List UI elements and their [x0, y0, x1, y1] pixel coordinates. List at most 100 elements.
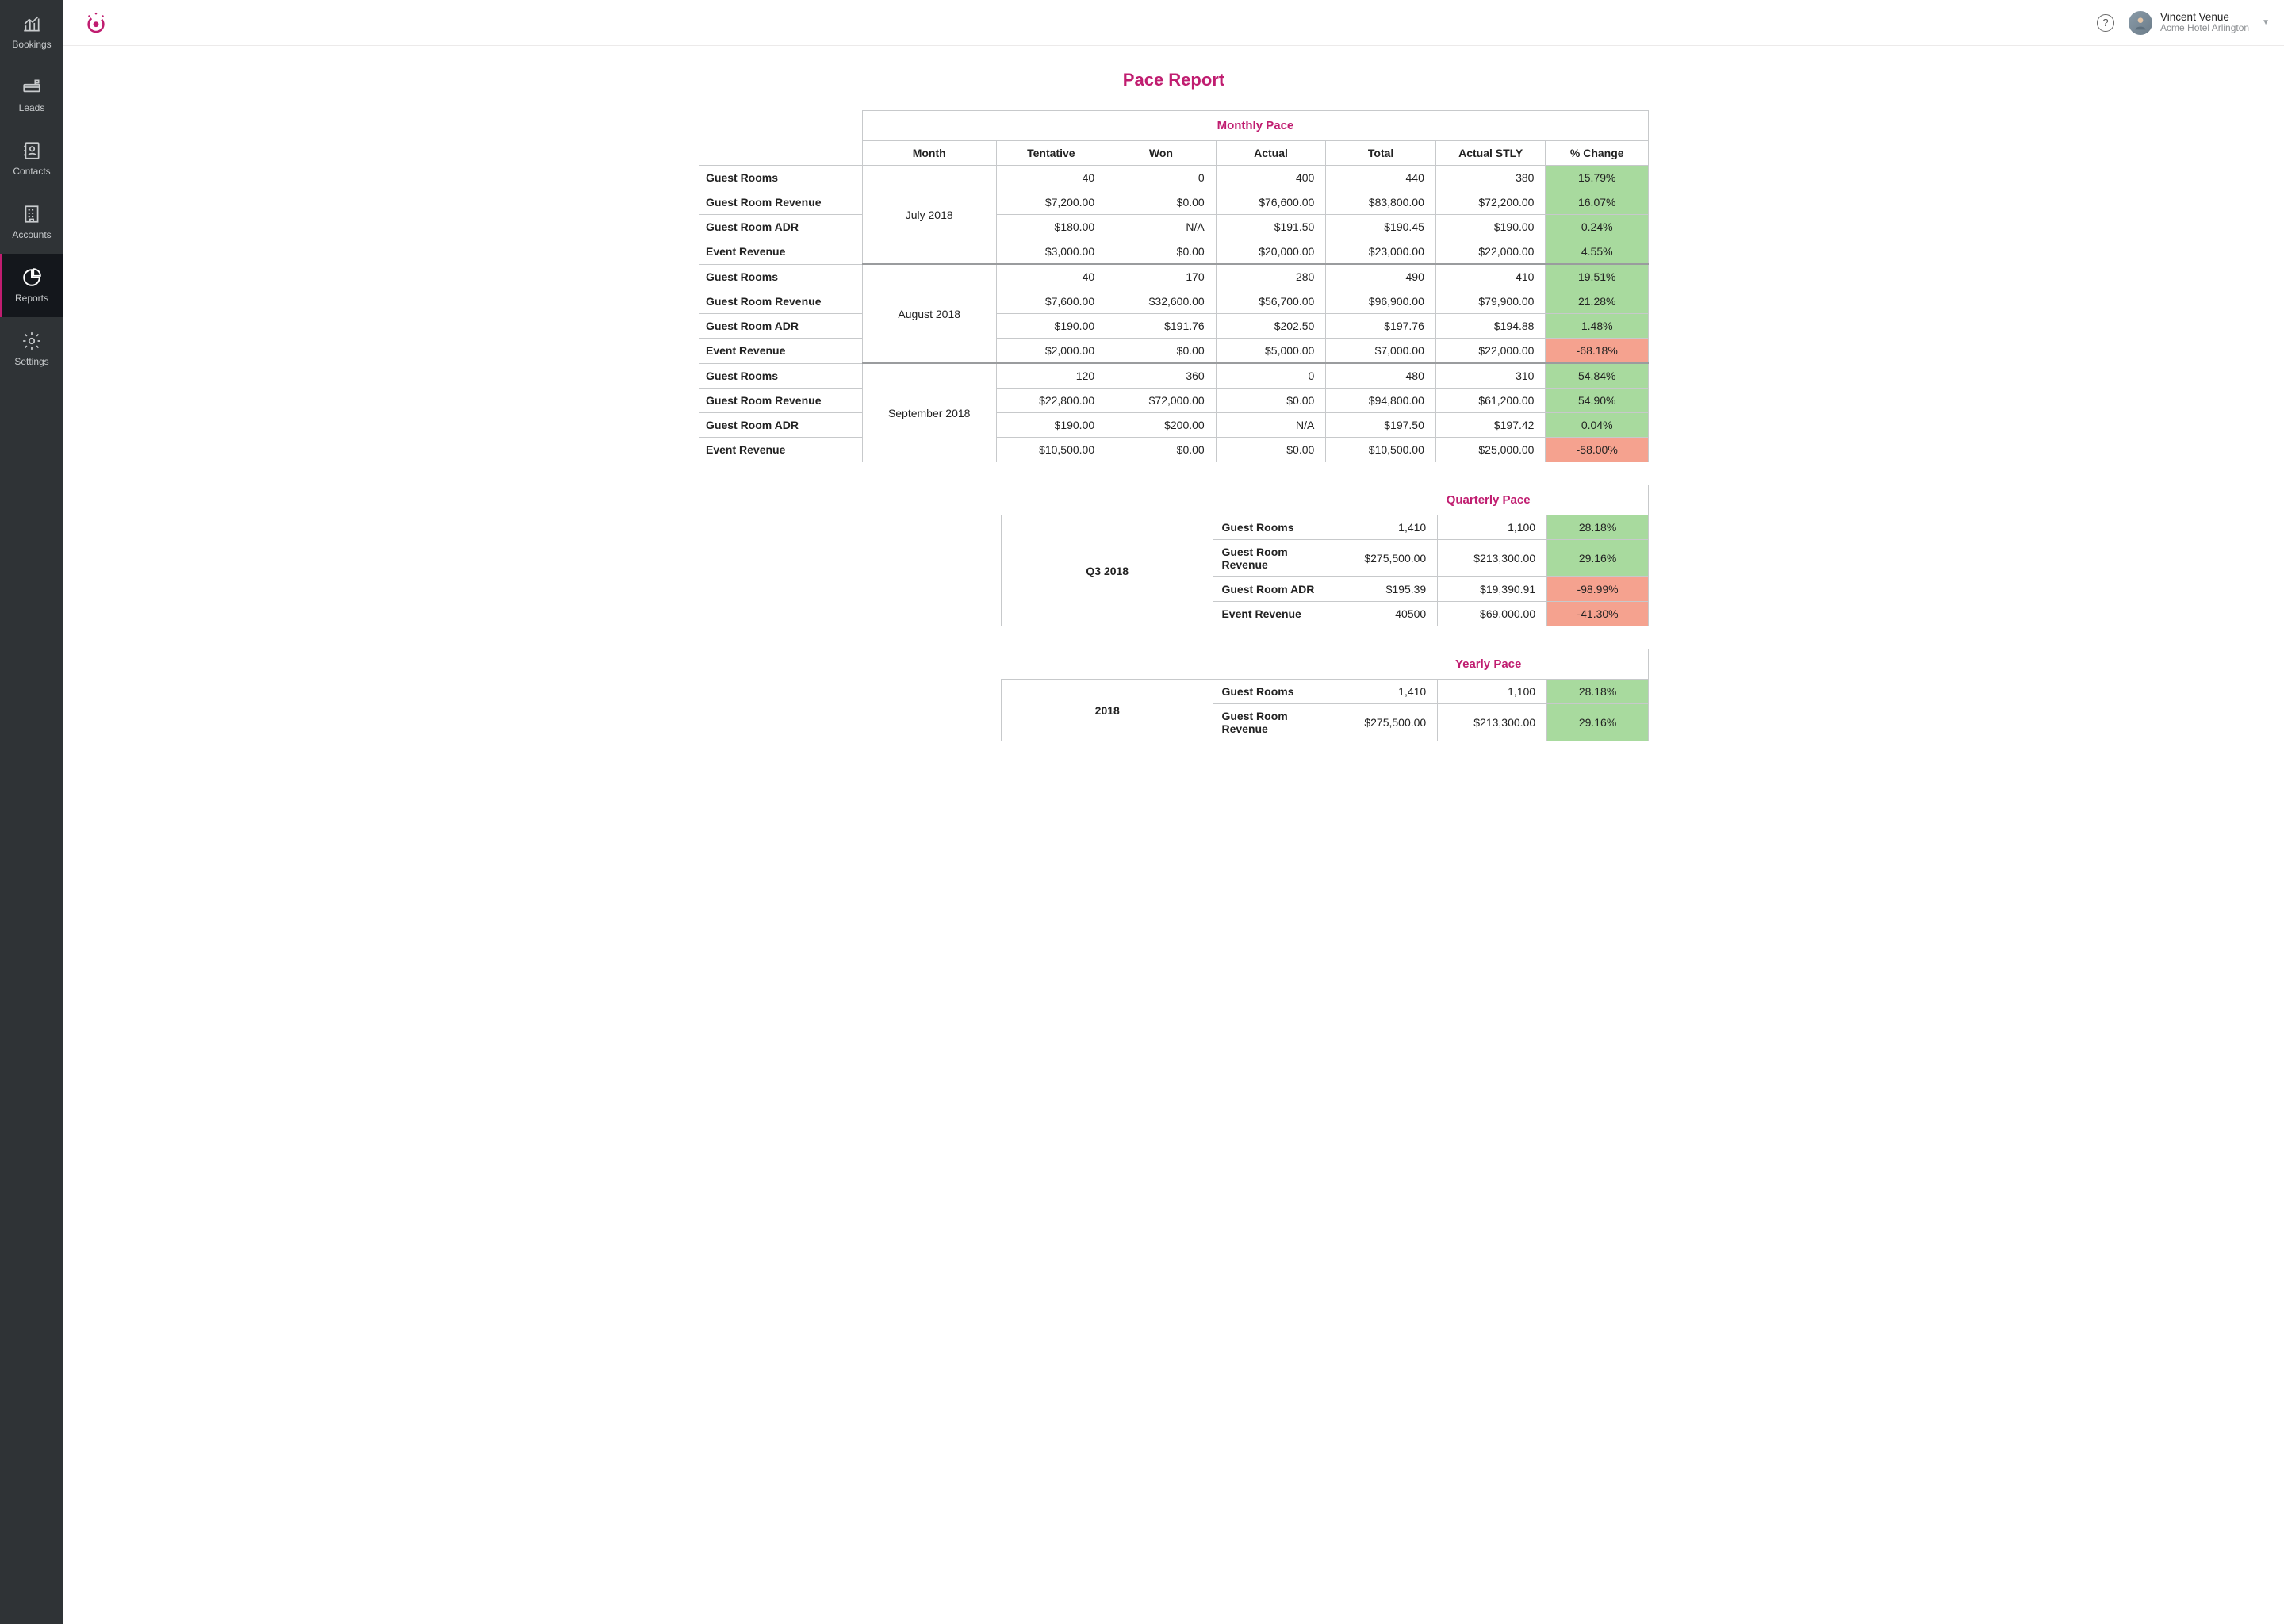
value-cell: $180.00 [996, 215, 1106, 239]
sidebar-item-label: Accounts [12, 229, 51, 240]
value-cell: $22,800.00 [996, 389, 1106, 413]
value-cell: $2,000.00 [996, 339, 1106, 364]
value-cell: $0.00 [1216, 389, 1326, 413]
page-title: Pace Report [70, 70, 2278, 90]
value-cell: N/A [1216, 413, 1326, 438]
bar-trend-icon [21, 13, 42, 34]
quarterly-pace-table: Quarterly PaceQ3 2018Guest Rooms1,4101,1… [1001, 485, 1649, 626]
chevron-down-icon: ▼ [2262, 18, 2270, 27]
metric-label: Event Revenue [699, 239, 863, 265]
value-cell: 440 [1326, 166, 1436, 190]
value-cell: $56,700.00 [1216, 289, 1326, 314]
value-cell: 310 [1435, 363, 1546, 389]
change-cell: 29.16% [1547, 540, 1649, 577]
value-cell: $0.00 [1106, 438, 1217, 462]
change-cell: 54.90% [1546, 389, 1649, 413]
month-cell: July 2018 [862, 166, 996, 265]
summary-section-title: Quarterly Pace [1328, 485, 1649, 515]
mailbox-icon [21, 77, 42, 98]
metric-label: Guest Rooms [699, 264, 863, 289]
sidebar-item-bookings[interactable]: Bookings [0, 0, 63, 63]
sidebar-item-label: Bookings [12, 39, 51, 50]
metric-label: Guest Rooms [1213, 680, 1328, 704]
sidebar-item-label: Leads [19, 102, 45, 113]
column-header: Won [1106, 141, 1217, 166]
value-cell: N/A [1106, 215, 1217, 239]
value-cell: $20,000.00 [1216, 239, 1326, 265]
value-cell: $32,600.00 [1106, 289, 1217, 314]
value-cell: $200.00 [1106, 413, 1217, 438]
value-cell: $72,000.00 [1106, 389, 1217, 413]
value-cell: $94,800.00 [1326, 389, 1436, 413]
metric-label: Event Revenue [1213, 602, 1328, 626]
value-cell: $197.76 [1326, 314, 1436, 339]
sidebar-item-reports[interactable]: Reports [0, 254, 63, 317]
value-cell: $0.00 [1106, 239, 1217, 265]
value-cell: $61,200.00 [1435, 389, 1546, 413]
value-cell: 120 [996, 363, 1106, 389]
avatar [2129, 11, 2152, 35]
yearly-pace-table: Yearly Pace2018Guest Rooms1,4101,10028.1… [1001, 649, 1649, 741]
value-cell: 1,100 [1438, 515, 1547, 540]
metric-label: Event Revenue [699, 438, 863, 462]
pie-chart-icon [21, 267, 42, 288]
app-logo-icon [82, 10, 109, 36]
change-cell: 0.24% [1546, 215, 1649, 239]
value-cell: 410 [1435, 264, 1546, 289]
help-icon[interactable]: ? [2097, 14, 2114, 32]
change-cell: 21.28% [1546, 289, 1649, 314]
sidebar-item-leads[interactable]: Leads [0, 63, 63, 127]
monthly-pace-table: Monthly PaceMonthTentativeWonActualTotal… [699, 110, 1649, 462]
column-header: % Change [1546, 141, 1649, 166]
column-header: Total [1326, 141, 1436, 166]
value-cell: $195.39 [1328, 577, 1438, 602]
change-cell: 4.55% [1546, 239, 1649, 265]
change-cell: 28.18% [1547, 515, 1649, 540]
sidebar-item-label: Contacts [13, 166, 50, 177]
change-cell: 0.04% [1546, 413, 1649, 438]
metric-label: Guest Room Revenue [699, 389, 863, 413]
value-cell: 360 [1106, 363, 1217, 389]
value-cell: $190.00 [996, 413, 1106, 438]
value-cell: $197.42 [1435, 413, 1546, 438]
value-cell: $79,900.00 [1435, 289, 1546, 314]
change-cell: 19.51% [1546, 264, 1649, 289]
address-book-icon [21, 140, 42, 161]
month-cell: September 2018 [862, 363, 996, 462]
value-cell: $25,000.00 [1435, 438, 1546, 462]
sidebar-item-settings[interactable]: Settings [0, 317, 63, 381]
value-cell: 380 [1435, 166, 1546, 190]
value-cell: $197.50 [1326, 413, 1436, 438]
value-cell: 400 [1216, 166, 1326, 190]
period-cell: 2018 [1002, 680, 1213, 741]
value-cell: $194.88 [1435, 314, 1546, 339]
value-cell: 170 [1106, 264, 1217, 289]
value-cell: $0.00 [1106, 190, 1217, 215]
value-cell: $3,000.00 [996, 239, 1106, 265]
change-cell: -98.99% [1547, 577, 1649, 602]
topbar: ? Vincent Venue Acme Hotel Arlington ▼ [63, 0, 2284, 46]
value-cell: $7,600.00 [996, 289, 1106, 314]
value-cell: $69,000.00 [1438, 602, 1547, 626]
metric-label: Guest Room Revenue [699, 190, 863, 215]
value-cell: $275,500.00 [1328, 540, 1438, 577]
sidebar-item-accounts[interactable]: Accounts [0, 190, 63, 254]
value-cell: $202.50 [1216, 314, 1326, 339]
metric-label: Event Revenue [699, 339, 863, 364]
user-menu[interactable]: Vincent Venue Acme Hotel Arlington ▼ [2129, 11, 2270, 35]
change-cell: 29.16% [1547, 704, 1649, 741]
value-cell: $10,500.00 [996, 438, 1106, 462]
value-cell: $23,000.00 [1326, 239, 1436, 265]
value-cell: $19,390.91 [1438, 577, 1547, 602]
change-cell: -41.30% [1547, 602, 1649, 626]
value-cell: 280 [1216, 264, 1326, 289]
metric-label: Guest Room ADR [699, 314, 863, 339]
value-cell: $22,000.00 [1435, 239, 1546, 265]
value-cell: $190.45 [1326, 215, 1436, 239]
column-header: Tentative [996, 141, 1106, 166]
value-cell: $0.00 [1216, 438, 1326, 462]
value-cell: $76,600.00 [1216, 190, 1326, 215]
sidebar-item-contacts[interactable]: Contacts [0, 127, 63, 190]
value-cell: 1,100 [1438, 680, 1547, 704]
user-name: Vincent Venue [2160, 11, 2249, 24]
